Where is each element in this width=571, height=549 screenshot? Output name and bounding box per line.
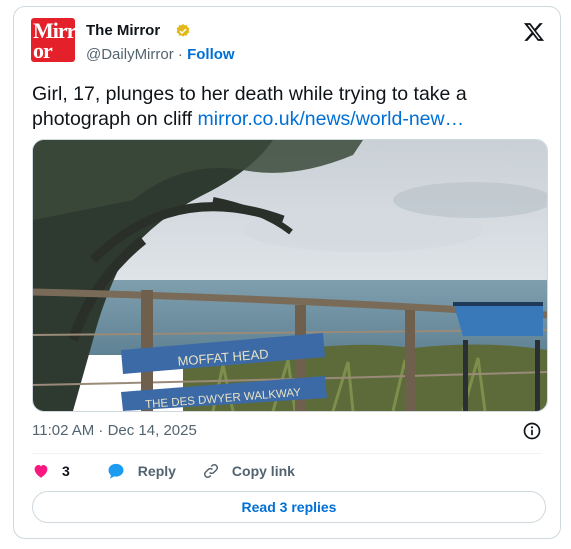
account-handle[interactable]: @DailyMirror xyxy=(86,46,174,63)
handle-row: @DailyMirror · Follow xyxy=(86,46,235,63)
like-count: 3 xyxy=(62,463,70,479)
photo-scene: MOFFAT HEAD THE DES DWYER WALKWAY xyxy=(33,140,547,411)
tweet-timestamp[interactable]: 11:02 AM · Dec 14, 2025 xyxy=(32,422,197,439)
reply-bubble-icon xyxy=(108,463,124,479)
divider xyxy=(32,453,542,454)
separator: · xyxy=(177,46,183,63)
link-icon xyxy=(203,463,218,479)
avatar[interactable]: Mirr or xyxy=(31,18,75,62)
read-replies-button[interactable]: Read 3 replies xyxy=(32,491,546,523)
info-icon[interactable] xyxy=(522,421,542,441)
copy-link-label: Copy link xyxy=(231,463,295,479)
tweet-card: Mirr or The Mirror @DailyMirror · Follow… xyxy=(13,6,561,539)
copy-link-button[interactable]: Copy link xyxy=(202,462,295,480)
article-link[interactable]: mirror.co.uk/news/world-new… xyxy=(198,108,465,130)
follow-button[interactable]: Follow xyxy=(187,46,235,63)
reply-label: Reply xyxy=(137,463,176,479)
x-logo-icon[interactable] xyxy=(523,21,545,43)
account-name[interactable]: The Mirror xyxy=(86,22,160,39)
heart-icon xyxy=(34,465,48,478)
action-bar: 3 Reply Copy link xyxy=(32,460,295,482)
like-button[interactable]: 3 xyxy=(32,462,70,480)
tweet-text: Girl, 17, plunges to her death while try… xyxy=(32,82,544,132)
avatar-logo-text-2: or xyxy=(33,38,53,62)
tweet-photo[interactable]: MOFFAT HEAD THE DES DWYER WALKWAY xyxy=(32,139,548,412)
reply-button[interactable]: Reply xyxy=(106,461,176,481)
verified-badge-icon xyxy=(176,24,190,37)
